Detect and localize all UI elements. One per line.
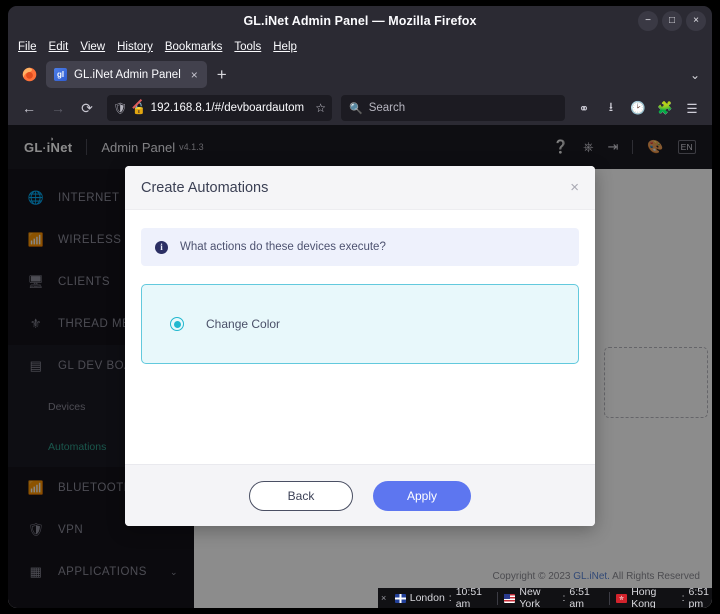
close-icon[interactable]: × (570, 179, 579, 196)
modal-title: Create Automations (141, 179, 269, 196)
clock-hong-kong[interactable]: ✮ Hong Kong: 6:51 pm (610, 586, 712, 608)
menu-history-label: History (117, 41, 153, 53)
minimize-button[interactable]: − (638, 11, 658, 31)
us-flag-icon (503, 593, 516, 603)
world-clock-bar: × London: 10:51 am New York: 6:51 am ✮ H… (378, 586, 712, 608)
tabbar: gl GL.iNet Admin Panel × + ⌄ (8, 58, 712, 91)
modal-footer: Back Apply (125, 464, 595, 526)
radio-inner-dot (173, 320, 181, 328)
clock-close-icon[interactable]: × (381, 593, 386, 603)
uk-flag-icon (395, 593, 406, 603)
tab-favicon-icon: gl (54, 68, 67, 81)
firefox-window: GL.iNet Admin Panel — Mozilla Firefox − … (8, 6, 712, 608)
page-viewport: GL·iNet ◗ Admin Panel v4.1.3 ❔ ⎈ ⇥ 🎨 EN … (8, 125, 712, 608)
menu-icon[interactable]: ☰ (680, 96, 704, 120)
back-button[interactable]: ← (16, 95, 42, 121)
clock-hk-colon: : (681, 592, 685, 604)
menu-help-label: Help (273, 41, 297, 53)
window-title: GL.iNet Admin Panel — Mozilla Firefox (243, 14, 477, 28)
option-label: Change Color (206, 317, 281, 331)
clock-new-york-time: 6:51 am (569, 586, 590, 608)
menu-bookmarks-label: Bookmarks (164, 41, 223, 53)
search-icon: 🔍 (349, 102, 363, 115)
reload-button[interactable]: ⟳ (74, 95, 100, 121)
pocket-icon[interactable]: ⚭ (572, 96, 596, 120)
menu-tools-label: Tools (234, 41, 262, 53)
clock-hong-kong-time: 6:51 pm (688, 586, 709, 608)
back-button[interactable]: Back (249, 480, 353, 511)
tab-close-icon[interactable]: × (188, 68, 201, 82)
maximize-button[interactable]: □ (662, 11, 682, 31)
apply-button[interactable]: Apply (373, 480, 471, 511)
menu-bookmarks[interactable]: Bookmarks (165, 41, 223, 53)
tab-list-chevron-icon[interactable]: ⌄ (690, 68, 700, 82)
extensions-icon[interactable]: 🧩 (653, 96, 677, 120)
downloads-icon[interactable]: ⭳ (599, 96, 623, 120)
window-titlebar: GL.iNet Admin Panel — Mozilla Firefox − … (8, 6, 712, 36)
menu-view-label: View (80, 41, 106, 53)
tab-title: GL.iNet Admin Panel (74, 68, 181, 81)
menu-file-label: File (18, 41, 37, 53)
browser-tab[interactable]: gl GL.iNet Admin Panel × (46, 61, 207, 88)
navigation-toolbar: ← → ⟳ 🛡 🔓 192.168.8.1/#/devboardautom ☆ … (8, 91, 712, 125)
radio-button-change-color[interactable] (170, 317, 184, 331)
menu-edit[interactable]: Edit (49, 41, 69, 53)
clock-london[interactable]: London: 10:51 am (389, 586, 497, 608)
menu-edit-label: Edit (48, 41, 69, 53)
url-text: 192.168.8.1/#/devboardautom (150, 102, 305, 114)
info-icon: i (155, 240, 168, 254)
menu-tools[interactable]: Tools (234, 41, 261, 53)
firefox-logo-icon (18, 64, 40, 86)
modal-header: Create Automations × (125, 166, 595, 210)
menu-help[interactable]: Help (273, 41, 297, 53)
clock-new-york-city: New York (519, 586, 541, 608)
url-bar[interactable]: 🛡 🔓 192.168.8.1/#/devboardautom ☆ (107, 95, 332, 121)
info-banner-text: What actions do these devices execute? (180, 241, 386, 253)
window-controls: − □ × (638, 6, 706, 36)
hk-flag-icon: ✮ (615, 593, 628, 603)
clock-new-york[interactable]: New York: 6:51 am (498, 586, 609, 608)
menubar: File Edit View History Bookmarks Tools H… (8, 36, 712, 58)
bookmark-star-icon[interactable]: ☆ (315, 101, 326, 115)
clock-london-city: London (409, 592, 445, 604)
search-placeholder: Search (368, 102, 406, 114)
option-change-color[interactable]: Change Color (141, 284, 579, 364)
forward-button[interactable]: → (45, 95, 71, 121)
info-banner: i What actions do these devices execute? (141, 228, 579, 266)
clock-london-time: 10:51 am (455, 586, 482, 608)
clock-london-colon: : (448, 592, 452, 604)
menu-view[interactable]: View (80, 41, 105, 53)
menu-history[interactable]: History (117, 41, 153, 53)
search-bar[interactable]: 🔍 Search (341, 95, 565, 121)
close-button[interactable]: × (686, 11, 706, 31)
menu-file[interactable]: File (18, 41, 37, 53)
tracking-shield-icon[interactable]: 🛡 (113, 102, 127, 115)
clock-ny-colon: : (562, 592, 566, 604)
modal-body: i What actions do these devices execute?… (125, 210, 595, 464)
new-tab-button[interactable]: + (217, 66, 227, 83)
insecure-lock-icon[interactable]: 🔓 (132, 102, 146, 115)
account-icon[interactable]: 🕑 (626, 96, 650, 120)
clock-hong-kong-city: Hong Kong (631, 586, 657, 608)
create-automations-modal: Create Automations × i What actions do t… (125, 166, 595, 526)
